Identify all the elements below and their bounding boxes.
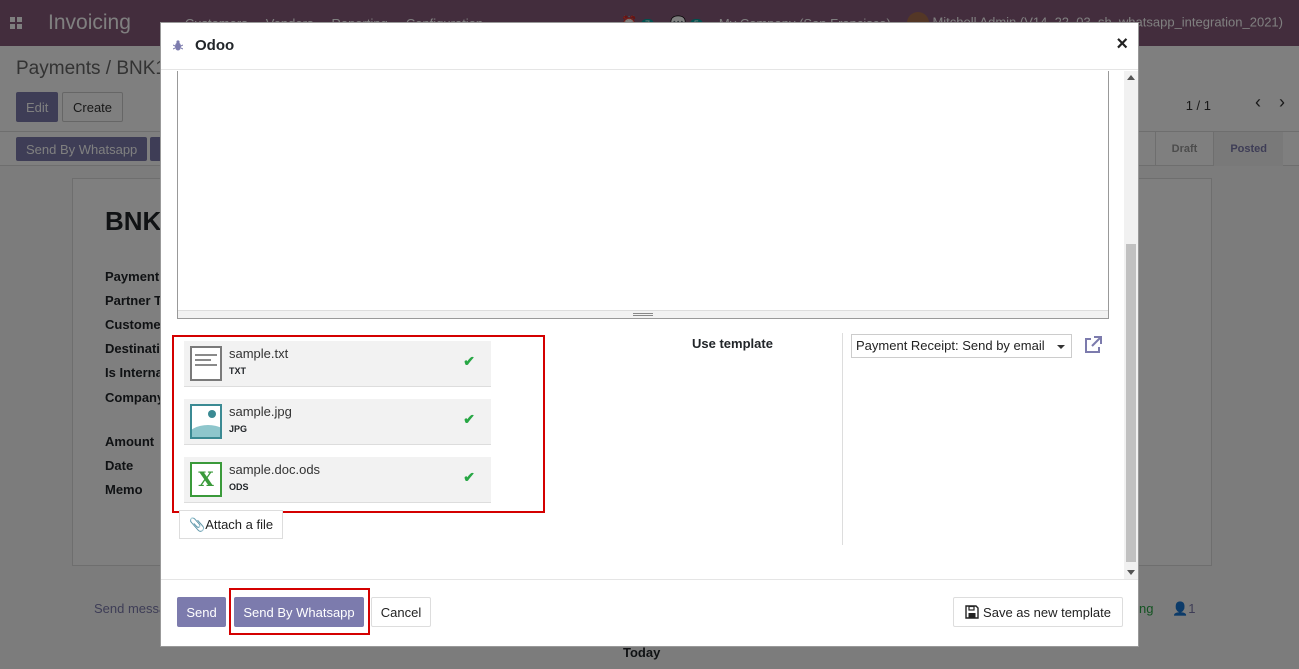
attach-file-button[interactable]: 📎 Attach a file [179, 510, 284, 539]
floppy-disk-icon [965, 605, 979, 619]
attachment-extension: JPG [229, 424, 248, 434]
modal-header: Odoo × [161, 23, 1138, 70]
modal-scrollbar[interactable] [1124, 71, 1138, 579]
attach-file-label: Attach a file [205, 517, 274, 532]
message-body-editor[interactable] [177, 71, 1109, 319]
scroll-up-icon[interactable] [1127, 75, 1135, 80]
attachment-extension: TXT [229, 366, 246, 376]
scroll-thumb[interactable] [1126, 244, 1136, 562]
close-icon[interactable]: × [1116, 34, 1128, 54]
template-select-value: Payment Receipt: Send by email [856, 338, 1045, 353]
compose-dialog: Odoo × sample.txt TXT ✔ sample.jpg JPG ✔… [160, 22, 1139, 647]
attachment-item[interactable]: sample.jpg JPG ✔ [184, 399, 491, 445]
save-as-new-template-label: Save as new template [983, 604, 1111, 620]
use-template-label: Use template [692, 336, 773, 351]
text-file-icon [190, 346, 222, 381]
spreadsheet-file-icon: X [190, 462, 222, 497]
attachment-item[interactable]: X sample.doc.ods ODS ✔ [184, 457, 491, 503]
attachment-extension: ODS [229, 482, 249, 492]
save-as-new-template-button[interactable]: Save as new template [953, 597, 1123, 627]
check-icon: ✔ [463, 411, 475, 427]
image-file-icon [190, 404, 222, 439]
paperclip-icon: 📎 [189, 516, 206, 532]
check-icon: ✔ [463, 469, 475, 485]
attachment-item[interactable]: sample.txt TXT ✔ [184, 341, 491, 387]
external-link-icon[interactable] [1083, 335, 1103, 355]
attachment-name: sample.jpg [229, 404, 292, 419]
attachment-name: sample.txt [229, 346, 289, 361]
send-button[interactable]: Send [177, 597, 226, 627]
scroll-down-icon[interactable] [1127, 570, 1135, 575]
send-by-whatsapp-button[interactable]: Send By Whatsapp [234, 597, 364, 627]
divider [842, 333, 843, 545]
bug-icon [173, 40, 183, 51]
cancel-button[interactable]: Cancel [371, 597, 431, 627]
modal-body: sample.txt TXT ✔ sample.jpg JPG ✔ X samp… [161, 71, 1138, 579]
check-icon: ✔ [463, 353, 475, 369]
editor-resize-handle[interactable] [178, 310, 1108, 318]
modal-footer: Send Send By Whatsapp Cancel Save as new… [161, 579, 1138, 646]
modal-title: Odoo [195, 37, 235, 54]
template-select[interactable]: Payment Receipt: Send by email [851, 334, 1072, 358]
caret-down-icon [1057, 345, 1065, 349]
attachment-name: sample.doc.ods [229, 462, 321, 477]
